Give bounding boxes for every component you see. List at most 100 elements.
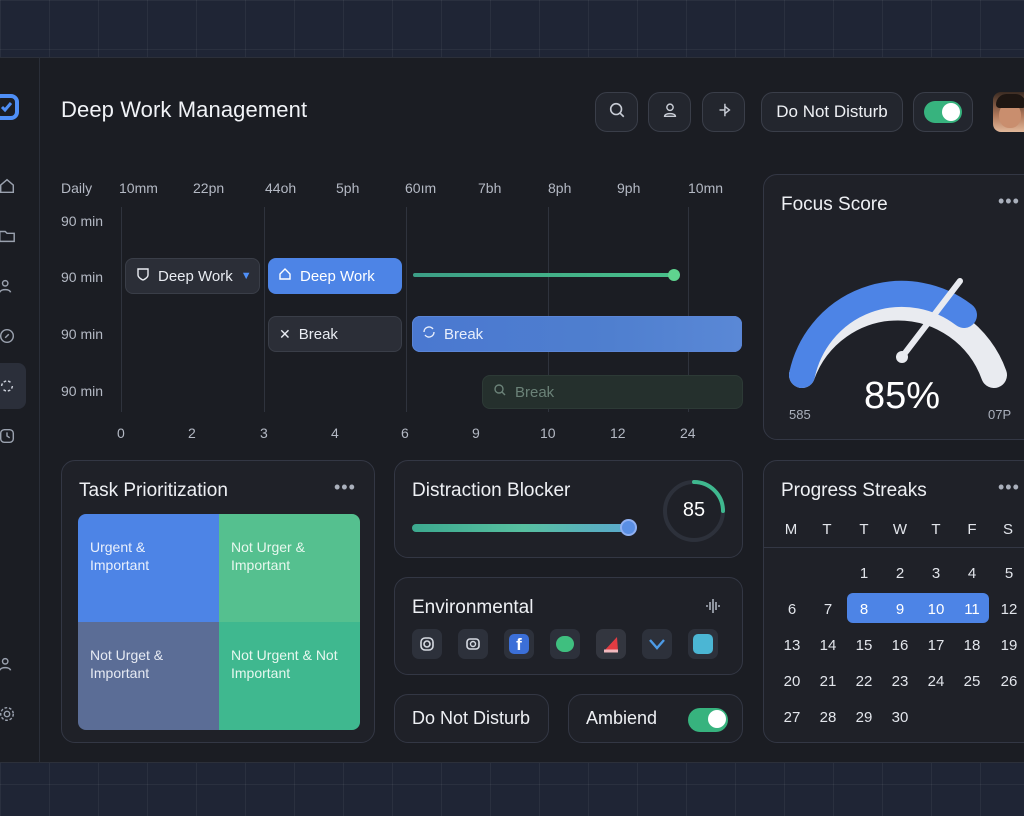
schedule-header-label: 60ım: [405, 180, 437, 196]
users-icon[interactable]: [0, 273, 20, 299]
folder-icon[interactable]: [0, 223, 20, 249]
shield-icon: [136, 267, 150, 285]
quadrant-not-urgent-not-important[interactable]: Not Urgent & Not Important: [219, 622, 360, 730]
calendar-day[interactable]: 4: [957, 565, 987, 582]
store-icon[interactable]: [688, 629, 718, 659]
quadrant-urgent-important[interactable]: Urgent & Important: [78, 514, 219, 622]
calendar-day[interactable]: 20: [777, 673, 807, 690]
avatar[interactable]: [993, 92, 1024, 132]
pin-icon: [715, 101, 733, 124]
progress-line-handle[interactable]: [668, 269, 680, 281]
schedule-header-label: 44oh: [265, 180, 297, 196]
calendar-day[interactable]: 28: [813, 709, 843, 726]
distraction-slider-track[interactable]: [412, 524, 634, 532]
audio-wave-icon[interactable]: [703, 596, 723, 621]
ambient-label: Ambiend: [586, 708, 658, 728]
calendar-day[interactable]: 29: [849, 709, 879, 726]
calendar-day[interactable]: 7: [813, 601, 843, 618]
calendar-day[interactable]: 25: [957, 673, 987, 690]
focus-score-title: Focus Score: [781, 194, 888, 215]
x-tick-label: 4: [331, 425, 339, 441]
calendar-day[interactable]: 18: [957, 637, 987, 654]
x-tick-label: 24: [680, 425, 696, 441]
close-icon: ✕: [279, 325, 291, 342]
calendar-day[interactable]: 23: [885, 673, 915, 690]
break-block[interactable]: Break: [482, 375, 743, 409]
calendar-day[interactable]: 22: [849, 673, 879, 690]
avatar-hair: [996, 94, 1024, 108]
calendar-day[interactable]: 27: [777, 709, 807, 726]
loop-icon[interactable]: [0, 373, 20, 399]
calendar-day[interactable]: 19: [994, 637, 1024, 654]
weekday-label: S: [1002, 521, 1013, 538]
more-icon[interactable]: •••: [998, 191, 1020, 212]
weekday-label: T: [822, 521, 832, 538]
calendar-day[interactable]: 2: [885, 565, 915, 582]
clock-icon[interactable]: [0, 423, 20, 449]
ambient-toggle[interactable]: [688, 708, 728, 732]
calendar-day[interactable]: 12: [994, 601, 1024, 618]
weekday-label: W: [892, 521, 908, 538]
weekday-label: T: [859, 521, 869, 538]
pin-button[interactable]: [702, 92, 745, 132]
calendar-day[interactable]: 15: [849, 637, 879, 654]
more-icon[interactable]: •••: [334, 477, 356, 498]
calendar-day[interactable]: 8: [849, 601, 879, 618]
calendar-day[interactable]: 13: [777, 637, 807, 654]
deep-work-block[interactable]: Deep Work ▼: [125, 258, 260, 294]
schedule-header-label: 7bh: [478, 180, 502, 196]
grid-line: [264, 207, 265, 412]
calendar-day[interactable]: 6: [777, 601, 807, 618]
search-button[interactable]: [595, 92, 638, 132]
do-not-disturb-toggle-wrap[interactable]: [913, 92, 973, 132]
progress-streaks-title: Progress Streaks: [781, 480, 927, 501]
break-label: Break: [298, 325, 338, 343]
break-label: Break: [444, 325, 484, 343]
distraction-blocker-card: Distraction Blocker 85: [394, 460, 743, 558]
focus-score-value: 85%: [864, 375, 941, 417]
profile-button[interactable]: [648, 92, 691, 132]
logo-icon[interactable]: [0, 93, 20, 121]
calendar-day[interactable]: 14: [813, 637, 843, 654]
team-icon[interactable]: [0, 651, 20, 677]
calendar-day[interactable]: 1: [849, 565, 879, 582]
environmental-title: Environmental: [412, 597, 534, 618]
row-duration-label: 90 min: [61, 269, 104, 285]
calendar-day[interactable]: 17: [921, 637, 951, 654]
deep-work-block[interactable]: Deep Work: [268, 258, 402, 294]
weekday-label: M: [784, 521, 798, 538]
distraction-slider-thumb[interactable]: [620, 519, 637, 536]
settings-icon[interactable]: [0, 701, 20, 727]
sidebar: [0, 57, 40, 763]
quadrant-not-urgent-important[interactable]: Not Urger & Important: [219, 514, 360, 622]
do-not-disturb-toggle[interactable]: [924, 101, 962, 123]
break-block[interactable]: ✕ Break: [268, 316, 402, 352]
calendar-day[interactable]: 11: [957, 601, 987, 618]
calendar-day[interactable]: 9: [885, 601, 915, 618]
do-not-disturb-button[interactable]: Do Not Disturb: [761, 92, 903, 132]
calendar-day[interactable]: 21: [813, 673, 843, 690]
calendar-day[interactable]: 24: [921, 673, 951, 690]
home-icon[interactable]: [0, 173, 20, 199]
do-not-disturb-pill[interactable]: Do Not Disturb: [394, 694, 549, 743]
chat-icon[interactable]: [550, 629, 580, 659]
schedule-header-label: 10mn: [688, 180, 724, 196]
calendar-day[interactable]: 10: [921, 601, 951, 618]
calendar-day[interactable]: 16: [885, 637, 915, 654]
break-block[interactable]: Break: [412, 316, 742, 352]
calendar-day[interactable]: 30: [885, 709, 915, 726]
calendar-day[interactable]: 3: [921, 565, 951, 582]
instagram-icon[interactable]: [412, 629, 442, 659]
quadrant-not-urgent-important-2[interactable]: Not Urget & Important: [78, 622, 219, 730]
camera-icon[interactable]: [458, 629, 488, 659]
x-tick-label: 6: [401, 425, 409, 441]
red-app-icon[interactable]: [596, 629, 626, 659]
chevron-app-icon[interactable]: [642, 629, 672, 659]
ambient-pill[interactable]: Ambiend: [568, 694, 743, 743]
progress-line: [413, 273, 675, 277]
calendar-day[interactable]: 5: [994, 565, 1024, 582]
calendar-day[interactable]: 26: [994, 673, 1024, 690]
target-icon[interactable]: [0, 323, 20, 349]
facebook-icon[interactable]: f: [504, 629, 534, 659]
more-icon[interactable]: •••: [998, 477, 1020, 498]
